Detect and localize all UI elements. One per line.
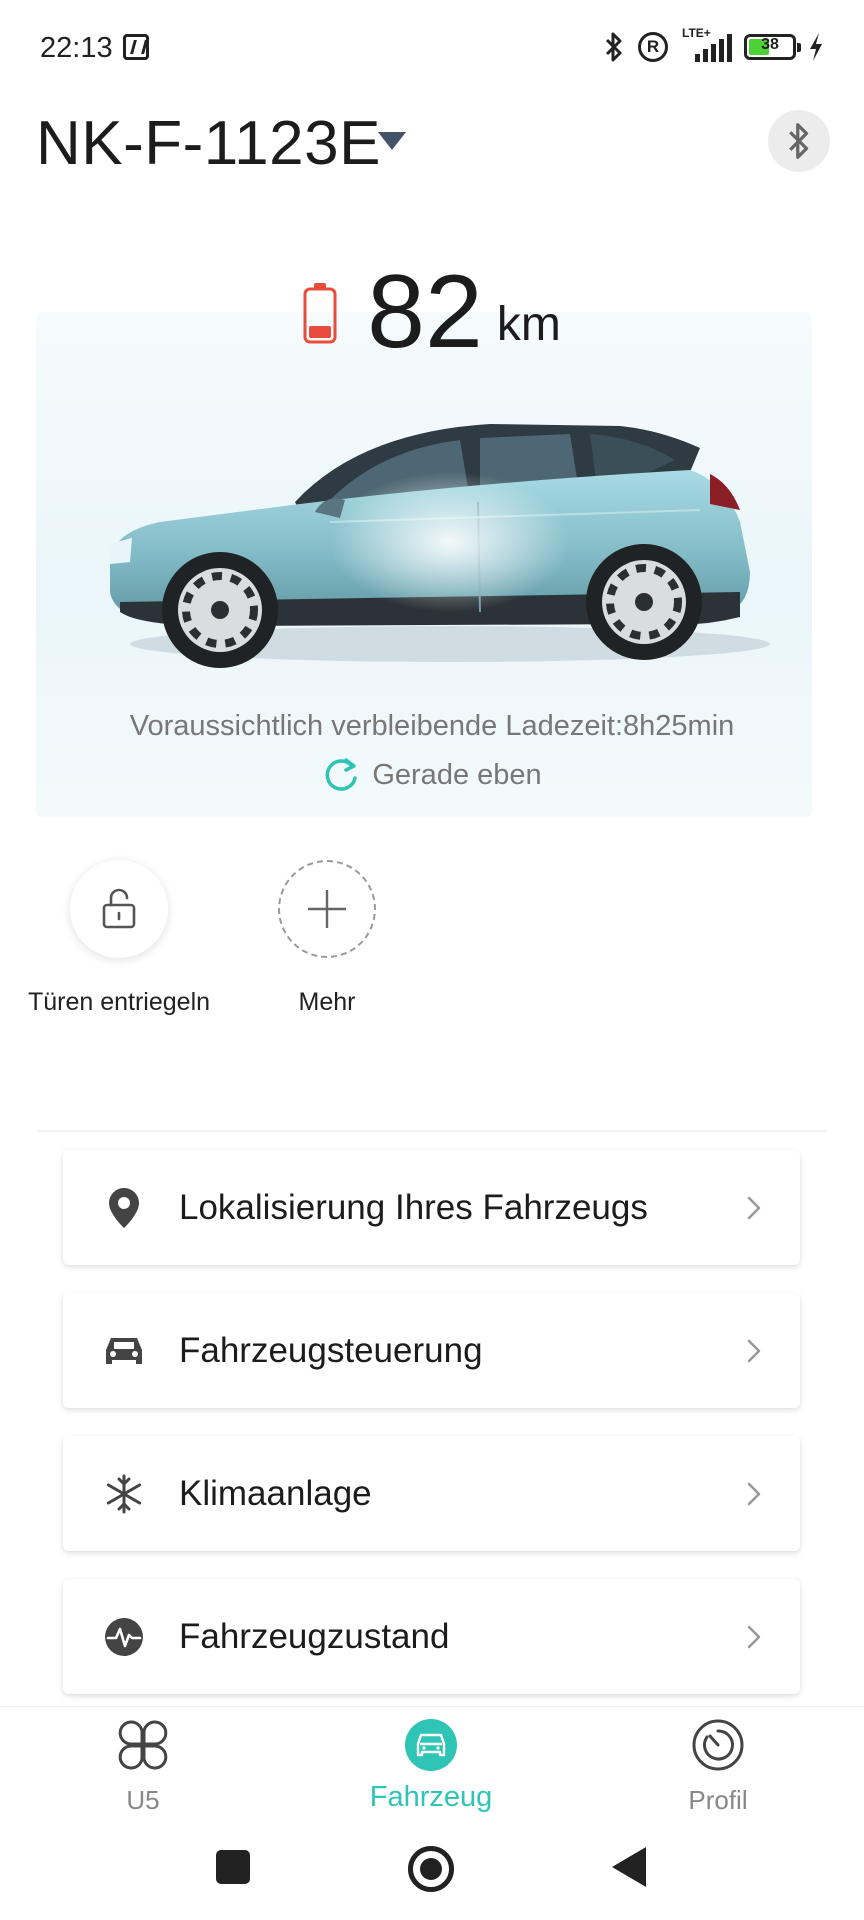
location-pin-icon — [103, 1187, 145, 1229]
dropdown-caret-icon[interactable] — [378, 132, 406, 150]
chevron-right-icon — [747, 1339, 761, 1362]
unlock-doors-action[interactable]: Türen entriegeln — [19, 860, 219, 1017]
more-button[interactable] — [278, 860, 376, 958]
profile-dial-icon — [690, 1717, 746, 1773]
range-display: 82 km — [0, 254, 864, 370]
battery-percent: 38 — [761, 36, 779, 53]
bottom-navigation: U5 Fahrzeug Profil — [0, 1706, 864, 1816]
back-button[interactable] — [612, 1847, 646, 1887]
home-button[interactable] — [408, 1846, 454, 1892]
chevron-right-icon — [747, 1625, 761, 1648]
status-icons: R LTE+ 38 — [602, 26, 824, 64]
more-action[interactable]: Mehr — [227, 860, 427, 1017]
car-icon — [405, 1719, 457, 1771]
section-divider — [38, 1130, 826, 1132]
vehicle-image — [108, 424, 770, 668]
vehicle-plate[interactable]: NK-F-1123E — [36, 108, 381, 179]
menu-item-vehicle-control[interactable]: Fahrzeugsteuerung — [63, 1293, 800, 1408]
signal-icon: LTE+ — [680, 26, 732, 64]
recent-apps-button[interactable] — [216, 1850, 250, 1884]
unlock-icon — [102, 888, 136, 929]
nav-tab-u5[interactable]: U5 — [43, 1717, 243, 1816]
nav-label: Profil — [688, 1785, 748, 1815]
unlock-button[interactable] — [70, 860, 168, 958]
unlock-doors-label: Türen entriegeln — [27, 988, 211, 1016]
range-unit: km — [496, 298, 561, 351]
clover-icon — [115, 1717, 171, 1773]
battery-icon: 38 — [744, 34, 801, 60]
chevron-right-icon — [747, 1196, 761, 1219]
bluetooth-button[interactable] — [768, 110, 830, 172]
menu-label: Fahrzeugsteuerung — [179, 1330, 483, 1370]
bluetooth-icon — [605, 32, 622, 62]
chevron-right-icon — [747, 1482, 761, 1505]
menu-label: Klimaanlage — [179, 1473, 372, 1513]
nav-label: Fahrzeug — [369, 1781, 493, 1813]
last-update-text: Gerade eben — [372, 758, 542, 791]
heartbeat-icon — [103, 1616, 145, 1658]
plus-icon — [308, 890, 346, 928]
menu-item-climate[interactable]: Klimaanlage — [63, 1436, 800, 1551]
menu-item-vehicle-condition[interactable]: Fahrzeugzustand — [63, 1579, 800, 1694]
charging-bolt-icon — [810, 33, 822, 61]
registered-icon: R — [638, 32, 668, 62]
menu-item-vehicle-location[interactable]: Lokalisierung Ihres Fahrzeugs — [63, 1150, 800, 1265]
nfc-icon — [123, 34, 149, 60]
more-label: Mehr — [298, 988, 356, 1016]
nav-tab-fahrzeug[interactable]: Fahrzeug — [331, 1717, 531, 1814]
snowflake-icon — [103, 1473, 145, 1515]
car-icon — [103, 1330, 145, 1372]
refresh-status[interactable]: Gerade eben — [0, 756, 864, 794]
system-navigation-bar — [0, 1820, 864, 1920]
status-bar: 22:13 R LTE+ 38 — [0, 0, 864, 96]
refresh-icon[interactable] — [322, 756, 360, 794]
status-time: 22:13 — [40, 32, 113, 64]
nav-tab-profil[interactable]: Profil — [618, 1717, 818, 1816]
range-value: 82 — [367, 254, 483, 370]
charge-time-text: Voraussichtlich verbleibende Ladezeit:8h… — [129, 710, 735, 742]
nav-label: U5 — [126, 1785, 160, 1815]
menu-label: Lokalisierung Ihres Fahrzeugs — [179, 1187, 648, 1227]
bluetooth-icon — [789, 123, 809, 159]
menu-label: Fahrzeugzustand — [179, 1616, 450, 1656]
battery-low-icon — [303, 283, 337, 344]
